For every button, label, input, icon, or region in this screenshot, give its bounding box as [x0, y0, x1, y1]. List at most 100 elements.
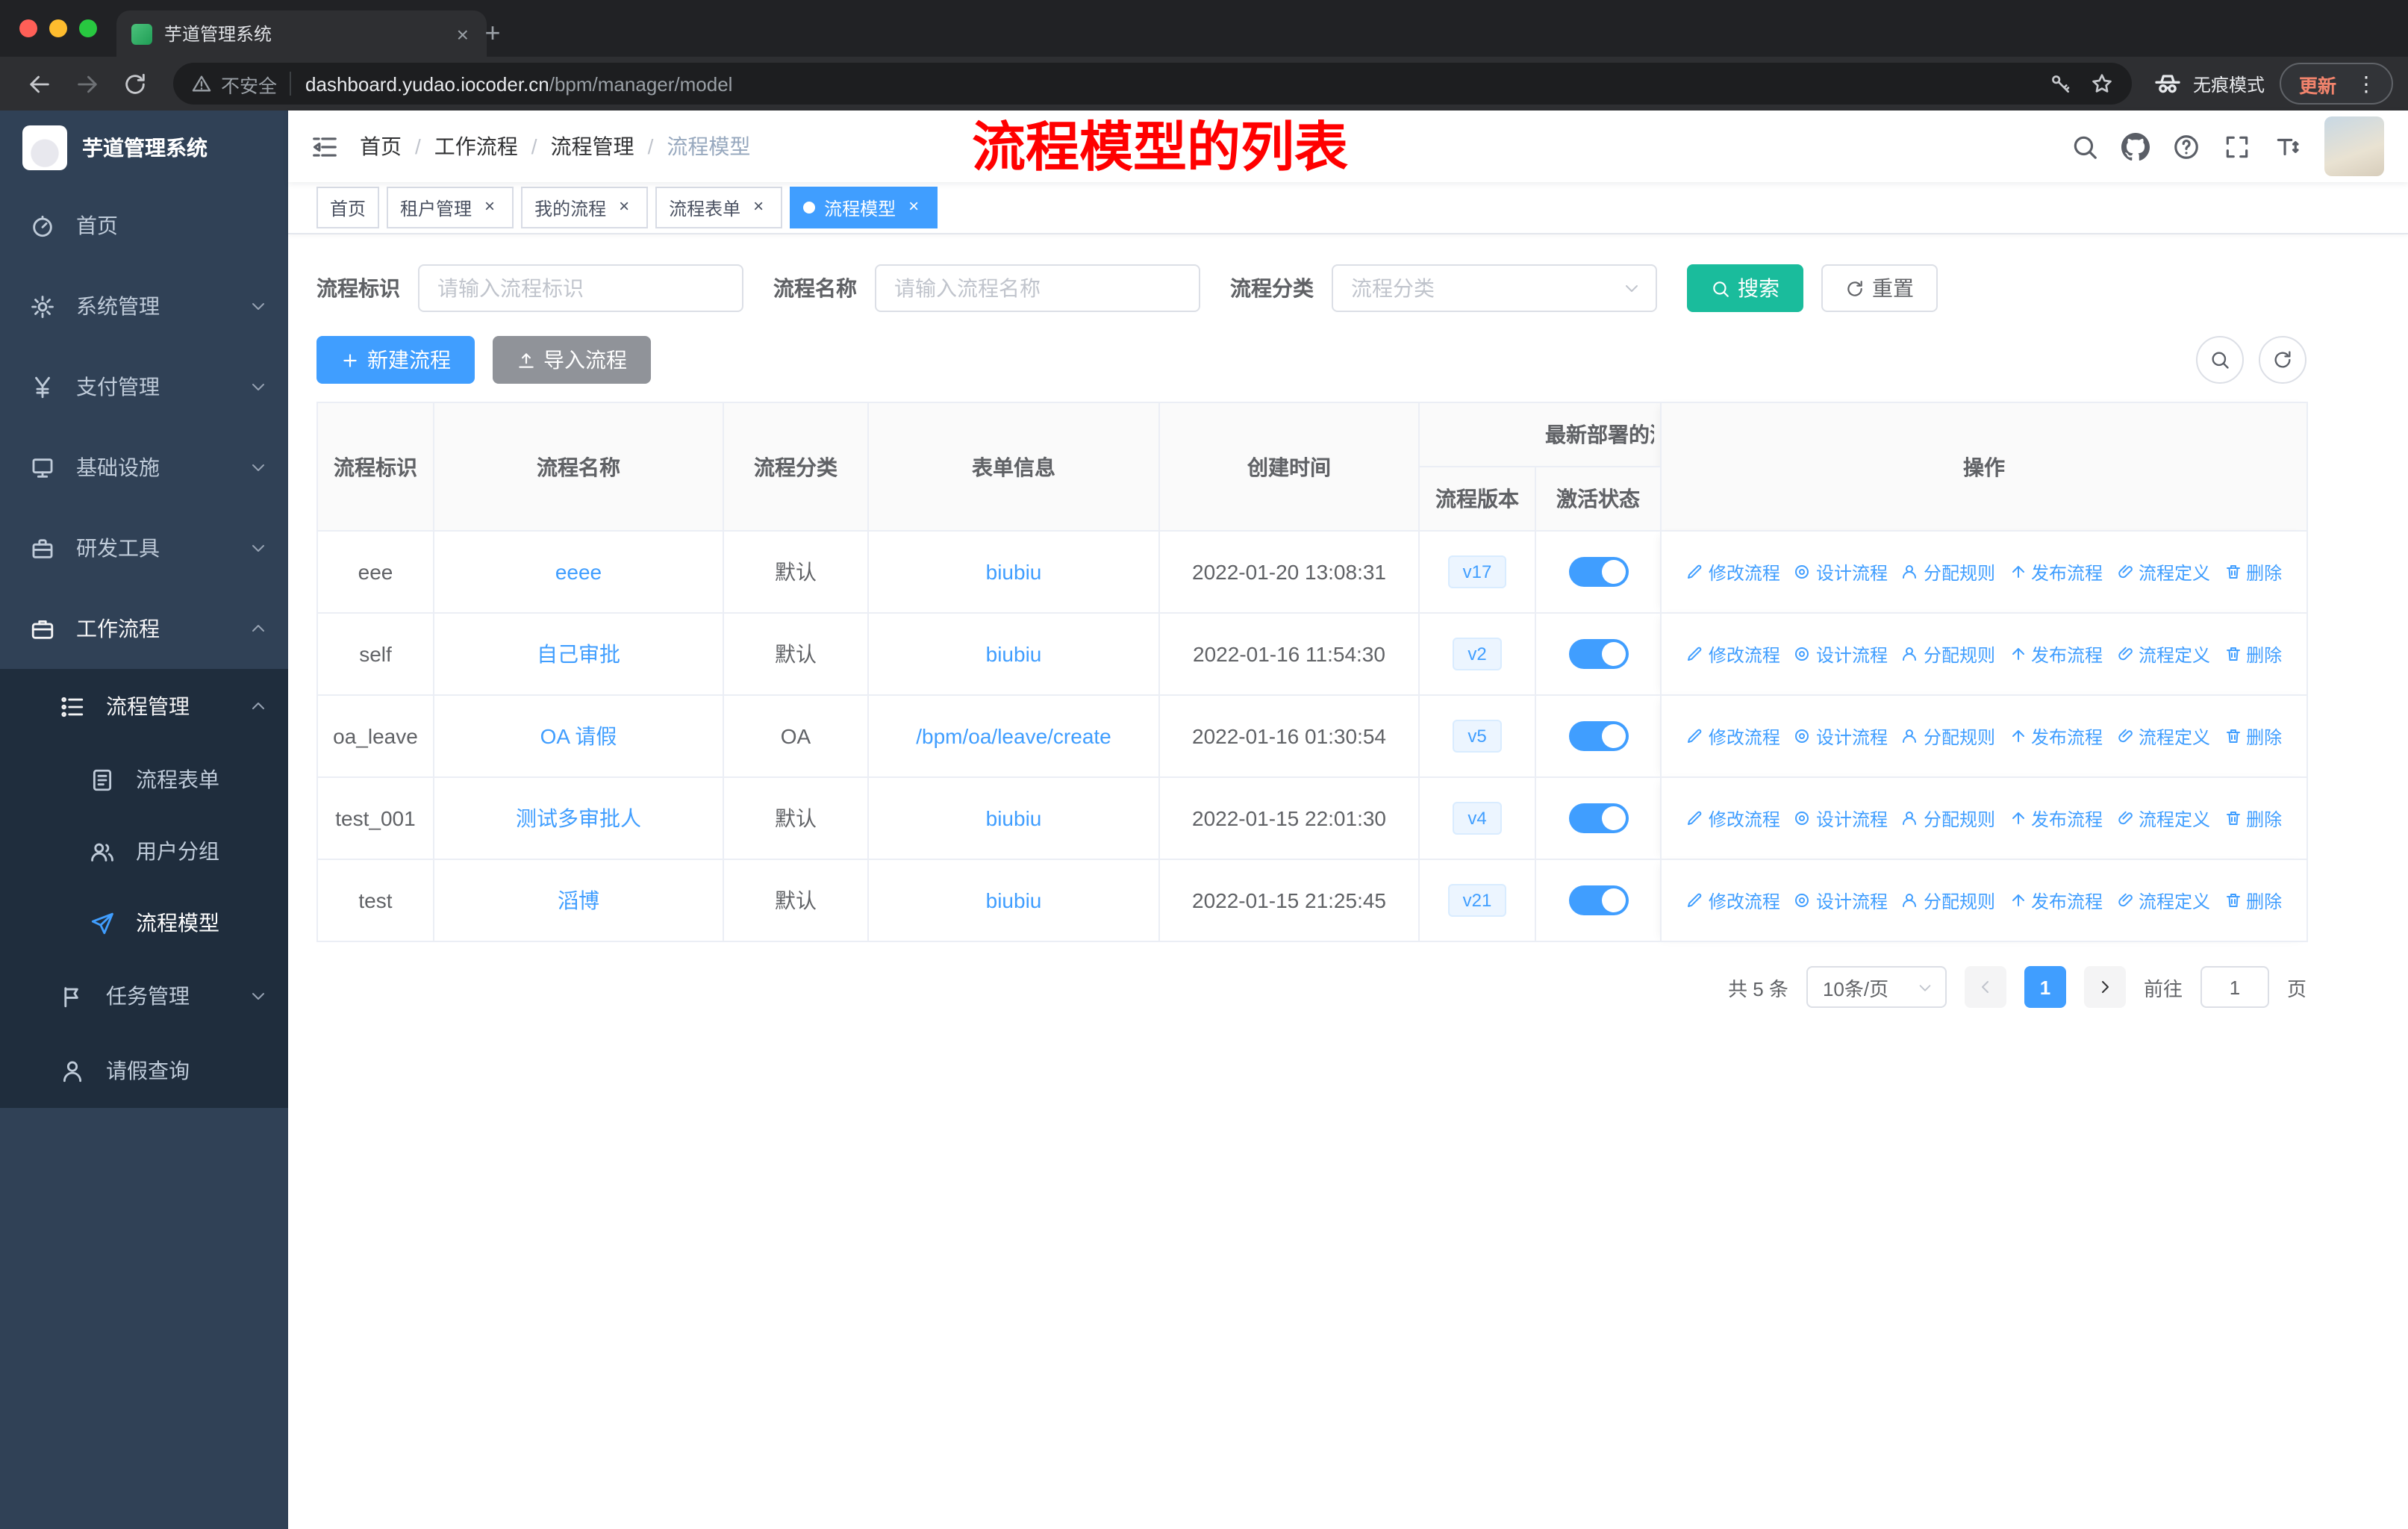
close-icon[interactable]: × — [903, 196, 924, 218]
tag-my-process[interactable]: 我的流程 × — [521, 187, 649, 228]
bookmark-star-icon[interactable] — [2090, 72, 2114, 96]
process-definition-link[interactable]: 流程定义 — [2116, 723, 2210, 749]
sidebar-item-home[interactable]: 首页 — [0, 185, 288, 266]
import-process-button[interactable]: 导入流程 — [493, 336, 651, 384]
assign-rule-link[interactable]: 分配规则 — [1901, 641, 1995, 667]
design-process-link[interactable]: 设计流程 — [1794, 806, 1888, 831]
browser-menu-icon[interactable]: ⋮ — [2347, 71, 2386, 96]
sidebar-item-task-manage[interactable]: 任务管理 — [0, 959, 288, 1033]
tag-process-form[interactable]: 流程表单 × — [655, 187, 783, 228]
address-bar[interactable]: 不安全 dashboard.yudao.iocoder.cn/bpm/manag… — [173, 63, 2132, 105]
fullscreen-icon[interactable] — [2223, 132, 2251, 161]
process-definition-link[interactable]: 流程定义 — [2116, 888, 2210, 913]
design-process-link[interactable]: 设计流程 — [1794, 559, 1888, 585]
design-process-link[interactable]: 设计流程 — [1794, 641, 1888, 667]
toggle-search-button[interactable] — [2196, 336, 2244, 384]
tag-tenant[interactable]: 租户管理 × — [387, 187, 514, 228]
form-info-link[interactable]: biubiu — [986, 888, 1042, 912]
breadcrumb-home[interactable]: 首页 — [360, 131, 402, 161]
tab-close-icon[interactable]: × — [454, 22, 472, 46]
sidebar-item-payment[interactable]: 支付管理 — [0, 346, 288, 427]
user-avatar[interactable] — [2324, 116, 2384, 176]
assign-rule-link[interactable]: 分配规则 — [1901, 806, 1995, 831]
help-icon[interactable] — [2172, 132, 2200, 161]
close-window-button[interactable] — [19, 19, 37, 37]
app-logo[interactable]: 芋道管理系统 — [0, 110, 288, 185]
publish-process-link[interactable]: 发布流程 — [2009, 559, 2103, 585]
model-name-link[interactable]: 滔博 — [558, 888, 599, 912]
process-definition-link[interactable]: 流程定义 — [2116, 806, 2210, 831]
form-info-link[interactable]: /bpm/oa/leave/create — [916, 724, 1111, 748]
sidebar-item-system[interactable]: 系统管理 — [0, 266, 288, 346]
delete-link[interactable]: 删除 — [2224, 806, 2282, 831]
publish-process-link[interactable]: 发布流程 — [2009, 888, 2103, 913]
search-button[interactable]: 搜索 — [1687, 264, 1803, 312]
search-icon[interactable] — [2071, 132, 2099, 161]
minimize-window-button[interactable] — [49, 19, 67, 37]
active-toggle[interactable] — [1568, 557, 1628, 587]
category-select[interactable]: 流程分类 — [1332, 264, 1657, 312]
publish-process-link[interactable]: 发布流程 — [2009, 641, 2103, 667]
form-info-link[interactable]: biubiu — [986, 642, 1042, 666]
forward-button[interactable] — [69, 66, 105, 102]
assign-rule-link[interactable]: 分配规则 — [1901, 559, 1995, 585]
new-tab-button[interactable]: + — [475, 15, 511, 51]
delete-link[interactable]: 删除 — [2224, 559, 2282, 585]
delete-link[interactable]: 删除 — [2224, 723, 2282, 749]
modify-process-link[interactable]: 修改流程 — [1686, 806, 1780, 831]
active-toggle[interactable] — [1568, 803, 1628, 833]
delete-link[interactable]: 删除 — [2224, 888, 2282, 913]
process-definition-link[interactable]: 流程定义 — [2116, 559, 2210, 585]
breadcrumb-workflow[interactable]: 工作流程 — [434, 131, 518, 161]
create-process-button[interactable]: 新建流程 — [316, 336, 475, 384]
active-toggle[interactable] — [1568, 885, 1628, 915]
close-icon[interactable]: × — [479, 196, 500, 218]
sidebar-item-leave-query[interactable]: 请假查询 — [0, 1033, 288, 1108]
sidebar-item-user-group[interactable]: 用户分组 — [0, 815, 288, 887]
active-toggle[interactable] — [1568, 639, 1628, 669]
back-button[interactable] — [21, 66, 57, 102]
modify-process-link[interactable]: 修改流程 — [1686, 888, 1780, 913]
sidebar-item-infrastructure[interactable]: 基础设施 — [0, 427, 288, 508]
delete-link[interactable]: 删除 — [2224, 641, 2282, 667]
publish-process-link[interactable]: 发布流程 — [2009, 806, 2103, 831]
prev-page-button[interactable] — [1964, 966, 2006, 1008]
model-name-link[interactable]: 自己审批 — [537, 642, 620, 666]
design-process-link[interactable]: 设计流程 — [1794, 888, 1888, 913]
refresh-button[interactable] — [2259, 336, 2306, 384]
active-toggle[interactable] — [1568, 721, 1628, 751]
sidebar-item-workflow[interactable]: 工作流程 — [0, 588, 288, 669]
sidebar-collapse-icon[interactable] — [288, 110, 360, 182]
modify-process-link[interactable]: 修改流程 — [1686, 723, 1780, 749]
tag-home[interactable]: 首页 — [316, 187, 380, 228]
breadcrumb-process-manage[interactable]: 流程管理 — [551, 131, 634, 161]
goto-page-input[interactable] — [2200, 966, 2269, 1008]
sidebar-item-process-manage[interactable]: 流程管理 — [0, 669, 288, 744]
password-key-icon[interactable] — [2048, 72, 2072, 96]
design-process-link[interactable]: 设计流程 — [1794, 723, 1888, 749]
model-name-link[interactable]: OA 请假 — [540, 724, 617, 748]
process-definition-link[interactable]: 流程定义 — [2116, 641, 2210, 667]
sidebar-item-process-model[interactable]: 流程模型 — [0, 887, 288, 959]
sidebar-item-process-form[interactable]: 流程表单 — [0, 744, 288, 815]
reload-button[interactable] — [116, 66, 152, 102]
close-icon[interactable]: × — [614, 196, 634, 218]
sidebar-item-devtools[interactable]: 研发工具 — [0, 508, 288, 588]
zoom-window-button[interactable] — [79, 19, 97, 37]
assign-rule-link[interactable]: 分配规则 — [1901, 888, 1995, 913]
reset-button[interactable]: 重置 — [1821, 264, 1938, 312]
browser-tab[interactable]: 芋道管理系统 × — [116, 10, 487, 57]
form-info-link[interactable]: biubiu — [986, 560, 1042, 584]
browser-update-button[interactable]: 更新 ⋮ — [2279, 63, 2393, 105]
model-name-link[interactable]: eeee — [555, 560, 602, 584]
modify-process-link[interactable]: 修改流程 — [1686, 559, 1780, 585]
process-name-input[interactable] — [875, 264, 1200, 312]
close-icon[interactable]: × — [748, 196, 769, 218]
publish-process-link[interactable]: 发布流程 — [2009, 723, 2103, 749]
process-id-input[interactable] — [418, 264, 743, 312]
assign-rule-link[interactable]: 分配规则 — [1901, 723, 1995, 749]
font-size-icon[interactable] — [2274, 132, 2302, 161]
page-1-button[interactable]: 1 — [2024, 966, 2066, 1008]
next-page-button[interactable] — [2083, 966, 2126, 1008]
tag-process-model[interactable]: 流程模型 × — [790, 187, 938, 228]
